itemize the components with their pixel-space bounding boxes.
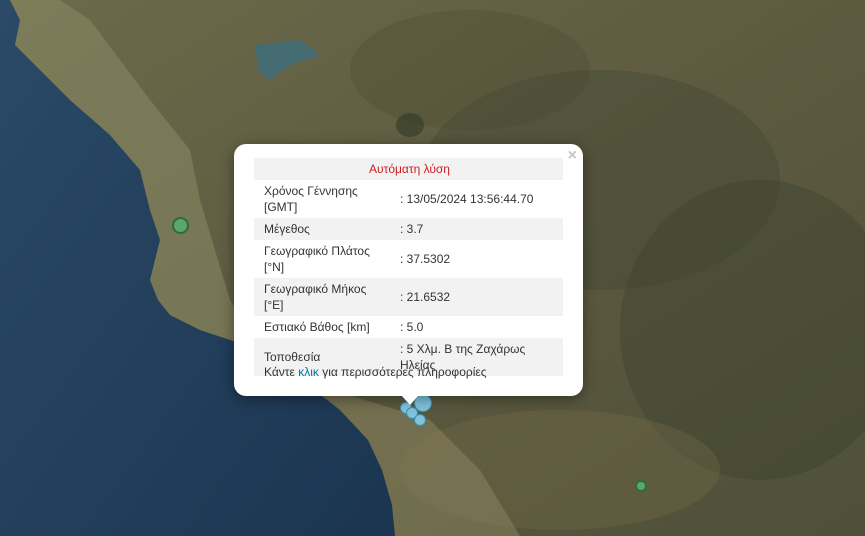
earthquake-marker-green[interactable]: [172, 217, 189, 234]
info-table: Αυτόματη λύση Χρόνος Γέννησης [GMT] : 13…: [254, 158, 563, 376]
table-row: Μέγεθος : 3.7: [254, 218, 563, 240]
earthquake-info-popup: × Αυτόματη λύση Χρόνος Γέννησης [GMT] : …: [234, 144, 583, 405]
popup-tip: [401, 395, 419, 405]
popup-title: Αυτόματη λύση: [254, 158, 563, 180]
earthquake-marker-green[interactable]: [635, 480, 647, 492]
more-suffix: για περισσότερες πληροφορίες: [318, 365, 487, 379]
row-label: Γεωγραφικό Μήκος [°E]: [254, 278, 392, 316]
more-info-link[interactable]: κλικ: [298, 365, 319, 379]
row-label: Γεωγραφικό Πλάτος [°N]: [254, 240, 392, 278]
row-value: : 5.0: [392, 316, 563, 338]
table-row: Γεωγραφικό Πλάτος [°N] : 37.5302: [254, 240, 563, 278]
close-icon[interactable]: ×: [568, 148, 577, 164]
row-value: : 37.5302: [392, 240, 563, 278]
more-info-text: Κάντε κλικ για περισσότερες πληροφορίες: [264, 365, 487, 379]
row-value: : 3.7: [392, 218, 563, 240]
table-row: Γεωγραφικό Μήκος [°E] : 21.6532: [254, 278, 563, 316]
table-row: Χρόνος Γέννησης [GMT] : 13/05/2024 13:56…: [254, 180, 563, 218]
row-value: : 13/05/2024 13:56:44.70: [392, 180, 563, 218]
table-row: Εστιακό Βάθος [km] : 5.0: [254, 316, 563, 338]
row-value: : 21.6532: [392, 278, 563, 316]
row-label: Μέγεθος: [254, 218, 392, 240]
row-label: Χρόνος Γέννησης [GMT]: [254, 180, 392, 218]
more-prefix: Κάντε: [264, 365, 299, 379]
earthquake-marker-blue[interactable]: [414, 414, 426, 426]
row-label: Εστιακό Βάθος [km]: [254, 316, 392, 338]
